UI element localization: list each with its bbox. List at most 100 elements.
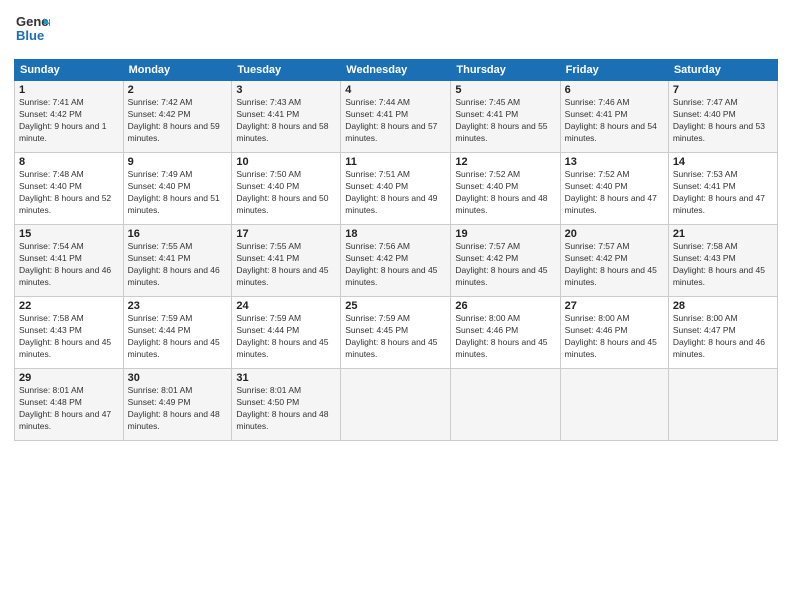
day-number: 31 bbox=[236, 372, 336, 384]
day-number: 6 bbox=[565, 84, 664, 96]
day-info: Sunrise: 7:54 AM Sunset: 4:41 PM Dayligh… bbox=[19, 241, 119, 289]
day-info: Sunrise: 7:45 AM Sunset: 4:41 PM Dayligh… bbox=[455, 97, 555, 145]
day-number: 1 bbox=[19, 84, 119, 96]
day-info: Sunrise: 7:55 AM Sunset: 4:41 PM Dayligh… bbox=[236, 241, 336, 289]
day-number: 10 bbox=[236, 156, 336, 168]
header: General Blue bbox=[14, 10, 778, 51]
column-header-monday: Monday bbox=[123, 60, 232, 81]
day-info: Sunrise: 7:53 AM Sunset: 4:41 PM Dayligh… bbox=[673, 169, 773, 217]
page: General Blue SundayMondayTuesdayWednesda… bbox=[0, 0, 792, 612]
day-number: 26 bbox=[455, 300, 555, 312]
calendar-header-row: SundayMondayTuesdayWednesdayThursdayFrid… bbox=[15, 60, 778, 81]
day-number: 3 bbox=[236, 84, 336, 96]
calendar-cell: 22 Sunrise: 7:58 AM Sunset: 4:43 PM Dayl… bbox=[15, 297, 124, 369]
day-number: 8 bbox=[19, 156, 119, 168]
day-number: 28 bbox=[673, 300, 773, 312]
day-number: 5 bbox=[455, 84, 555, 96]
calendar-cell: 9 Sunrise: 7:49 AM Sunset: 4:40 PM Dayli… bbox=[123, 153, 232, 225]
calendar-cell bbox=[668, 369, 777, 441]
day-info: Sunrise: 7:42 AM Sunset: 4:42 PM Dayligh… bbox=[128, 97, 228, 145]
calendar-cell: 12 Sunrise: 7:52 AM Sunset: 4:40 PM Dayl… bbox=[451, 153, 560, 225]
day-info: Sunrise: 7:59 AM Sunset: 4:44 PM Dayligh… bbox=[236, 313, 336, 361]
day-number: 23 bbox=[128, 300, 228, 312]
week-row-2: 8 Sunrise: 7:48 AM Sunset: 4:40 PM Dayli… bbox=[15, 153, 778, 225]
day-number: 30 bbox=[128, 372, 228, 384]
day-number: 21 bbox=[673, 228, 773, 240]
day-info: Sunrise: 8:01 AM Sunset: 4:48 PM Dayligh… bbox=[19, 385, 119, 433]
day-info: Sunrise: 7:48 AM Sunset: 4:40 PM Dayligh… bbox=[19, 169, 119, 217]
calendar-cell: 14 Sunrise: 7:53 AM Sunset: 4:41 PM Dayl… bbox=[668, 153, 777, 225]
day-number: 2 bbox=[128, 84, 228, 96]
day-info: Sunrise: 7:58 AM Sunset: 4:43 PM Dayligh… bbox=[673, 241, 773, 289]
column-header-thursday: Thursday bbox=[451, 60, 560, 81]
week-row-4: 22 Sunrise: 7:58 AM Sunset: 4:43 PM Dayl… bbox=[15, 297, 778, 369]
calendar-cell: 5 Sunrise: 7:45 AM Sunset: 4:41 PM Dayli… bbox=[451, 81, 560, 153]
day-number: 20 bbox=[565, 228, 664, 240]
week-row-3: 15 Sunrise: 7:54 AM Sunset: 4:41 PM Dayl… bbox=[15, 225, 778, 297]
day-number: 13 bbox=[565, 156, 664, 168]
day-info: Sunrise: 7:55 AM Sunset: 4:41 PM Dayligh… bbox=[128, 241, 228, 289]
day-number: 17 bbox=[236, 228, 336, 240]
logo: General Blue bbox=[14, 10, 50, 51]
day-info: Sunrise: 8:00 AM Sunset: 4:46 PM Dayligh… bbox=[565, 313, 664, 361]
calendar-cell: 4 Sunrise: 7:44 AM Sunset: 4:41 PM Dayli… bbox=[341, 81, 451, 153]
day-info: Sunrise: 7:57 AM Sunset: 4:42 PM Dayligh… bbox=[455, 241, 555, 289]
calendar-cell: 31 Sunrise: 8:01 AM Sunset: 4:50 PM Dayl… bbox=[232, 369, 341, 441]
svg-text:Blue: Blue bbox=[16, 28, 44, 43]
column-header-friday: Friday bbox=[560, 60, 668, 81]
calendar-cell: 19 Sunrise: 7:57 AM Sunset: 4:42 PM Dayl… bbox=[451, 225, 560, 297]
calendar-cell: 20 Sunrise: 7:57 AM Sunset: 4:42 PM Dayl… bbox=[560, 225, 668, 297]
day-info: Sunrise: 8:00 AM Sunset: 4:46 PM Dayligh… bbox=[455, 313, 555, 361]
day-info: Sunrise: 7:50 AM Sunset: 4:40 PM Dayligh… bbox=[236, 169, 336, 217]
day-info: Sunrise: 7:49 AM Sunset: 4:40 PM Dayligh… bbox=[128, 169, 228, 217]
calendar-cell: 7 Sunrise: 7:47 AM Sunset: 4:40 PM Dayli… bbox=[668, 81, 777, 153]
week-row-1: 1 Sunrise: 7:41 AM Sunset: 4:42 PM Dayli… bbox=[15, 81, 778, 153]
day-number: 29 bbox=[19, 372, 119, 384]
day-info: Sunrise: 7:44 AM Sunset: 4:41 PM Dayligh… bbox=[345, 97, 446, 145]
calendar-cell: 16 Sunrise: 7:55 AM Sunset: 4:41 PM Dayl… bbox=[123, 225, 232, 297]
calendar-cell bbox=[341, 369, 451, 441]
column-header-saturday: Saturday bbox=[668, 60, 777, 81]
day-info: Sunrise: 7:58 AM Sunset: 4:43 PM Dayligh… bbox=[19, 313, 119, 361]
day-info: Sunrise: 7:59 AM Sunset: 4:45 PM Dayligh… bbox=[345, 313, 446, 361]
calendar-cell: 2 Sunrise: 7:42 AM Sunset: 4:42 PM Dayli… bbox=[123, 81, 232, 153]
calendar-cell: 17 Sunrise: 7:55 AM Sunset: 4:41 PM Dayl… bbox=[232, 225, 341, 297]
calendar-cell: 30 Sunrise: 8:01 AM Sunset: 4:49 PM Dayl… bbox=[123, 369, 232, 441]
calendar-cell: 29 Sunrise: 8:01 AM Sunset: 4:48 PM Dayl… bbox=[15, 369, 124, 441]
calendar-cell: 3 Sunrise: 7:43 AM Sunset: 4:41 PM Dayli… bbox=[232, 81, 341, 153]
calendar-cell: 8 Sunrise: 7:48 AM Sunset: 4:40 PM Dayli… bbox=[15, 153, 124, 225]
day-number: 18 bbox=[345, 228, 446, 240]
day-info: Sunrise: 8:00 AM Sunset: 4:47 PM Dayligh… bbox=[673, 313, 773, 361]
calendar-cell: 11 Sunrise: 7:51 AM Sunset: 4:40 PM Dayl… bbox=[341, 153, 451, 225]
day-info: Sunrise: 8:01 AM Sunset: 4:50 PM Dayligh… bbox=[236, 385, 336, 433]
day-number: 16 bbox=[128, 228, 228, 240]
calendar-cell: 21 Sunrise: 7:58 AM Sunset: 4:43 PM Dayl… bbox=[668, 225, 777, 297]
day-number: 14 bbox=[673, 156, 773, 168]
day-number: 9 bbox=[128, 156, 228, 168]
day-info: Sunrise: 7:51 AM Sunset: 4:40 PM Dayligh… bbox=[345, 169, 446, 217]
calendar-table: SundayMondayTuesdayWednesdayThursdayFrid… bbox=[14, 59, 778, 441]
day-number: 11 bbox=[345, 156, 446, 168]
day-number: 15 bbox=[19, 228, 119, 240]
week-row-5: 29 Sunrise: 8:01 AM Sunset: 4:48 PM Dayl… bbox=[15, 369, 778, 441]
day-info: Sunrise: 7:41 AM Sunset: 4:42 PM Dayligh… bbox=[19, 97, 119, 145]
day-number: 12 bbox=[455, 156, 555, 168]
calendar-cell: 24 Sunrise: 7:59 AM Sunset: 4:44 PM Dayl… bbox=[232, 297, 341, 369]
day-number: 27 bbox=[565, 300, 664, 312]
column-header-sunday: Sunday bbox=[15, 60, 124, 81]
logo-icon: General Blue bbox=[14, 10, 50, 46]
day-info: Sunrise: 7:59 AM Sunset: 4:44 PM Dayligh… bbox=[128, 313, 228, 361]
calendar-cell: 15 Sunrise: 7:54 AM Sunset: 4:41 PM Dayl… bbox=[15, 225, 124, 297]
day-info: Sunrise: 7:52 AM Sunset: 4:40 PM Dayligh… bbox=[455, 169, 555, 217]
calendar-cell: 18 Sunrise: 7:56 AM Sunset: 4:42 PM Dayl… bbox=[341, 225, 451, 297]
calendar-cell bbox=[451, 369, 560, 441]
day-number: 24 bbox=[236, 300, 336, 312]
calendar-body: 1 Sunrise: 7:41 AM Sunset: 4:42 PM Dayli… bbox=[15, 81, 778, 441]
calendar-cell: 1 Sunrise: 7:41 AM Sunset: 4:42 PM Dayli… bbox=[15, 81, 124, 153]
column-header-tuesday: Tuesday bbox=[232, 60, 341, 81]
day-number: 25 bbox=[345, 300, 446, 312]
day-number: 22 bbox=[19, 300, 119, 312]
calendar-cell: 6 Sunrise: 7:46 AM Sunset: 4:41 PM Dayli… bbox=[560, 81, 668, 153]
day-info: Sunrise: 7:52 AM Sunset: 4:40 PM Dayligh… bbox=[565, 169, 664, 217]
calendar-cell: 23 Sunrise: 7:59 AM Sunset: 4:44 PM Dayl… bbox=[123, 297, 232, 369]
